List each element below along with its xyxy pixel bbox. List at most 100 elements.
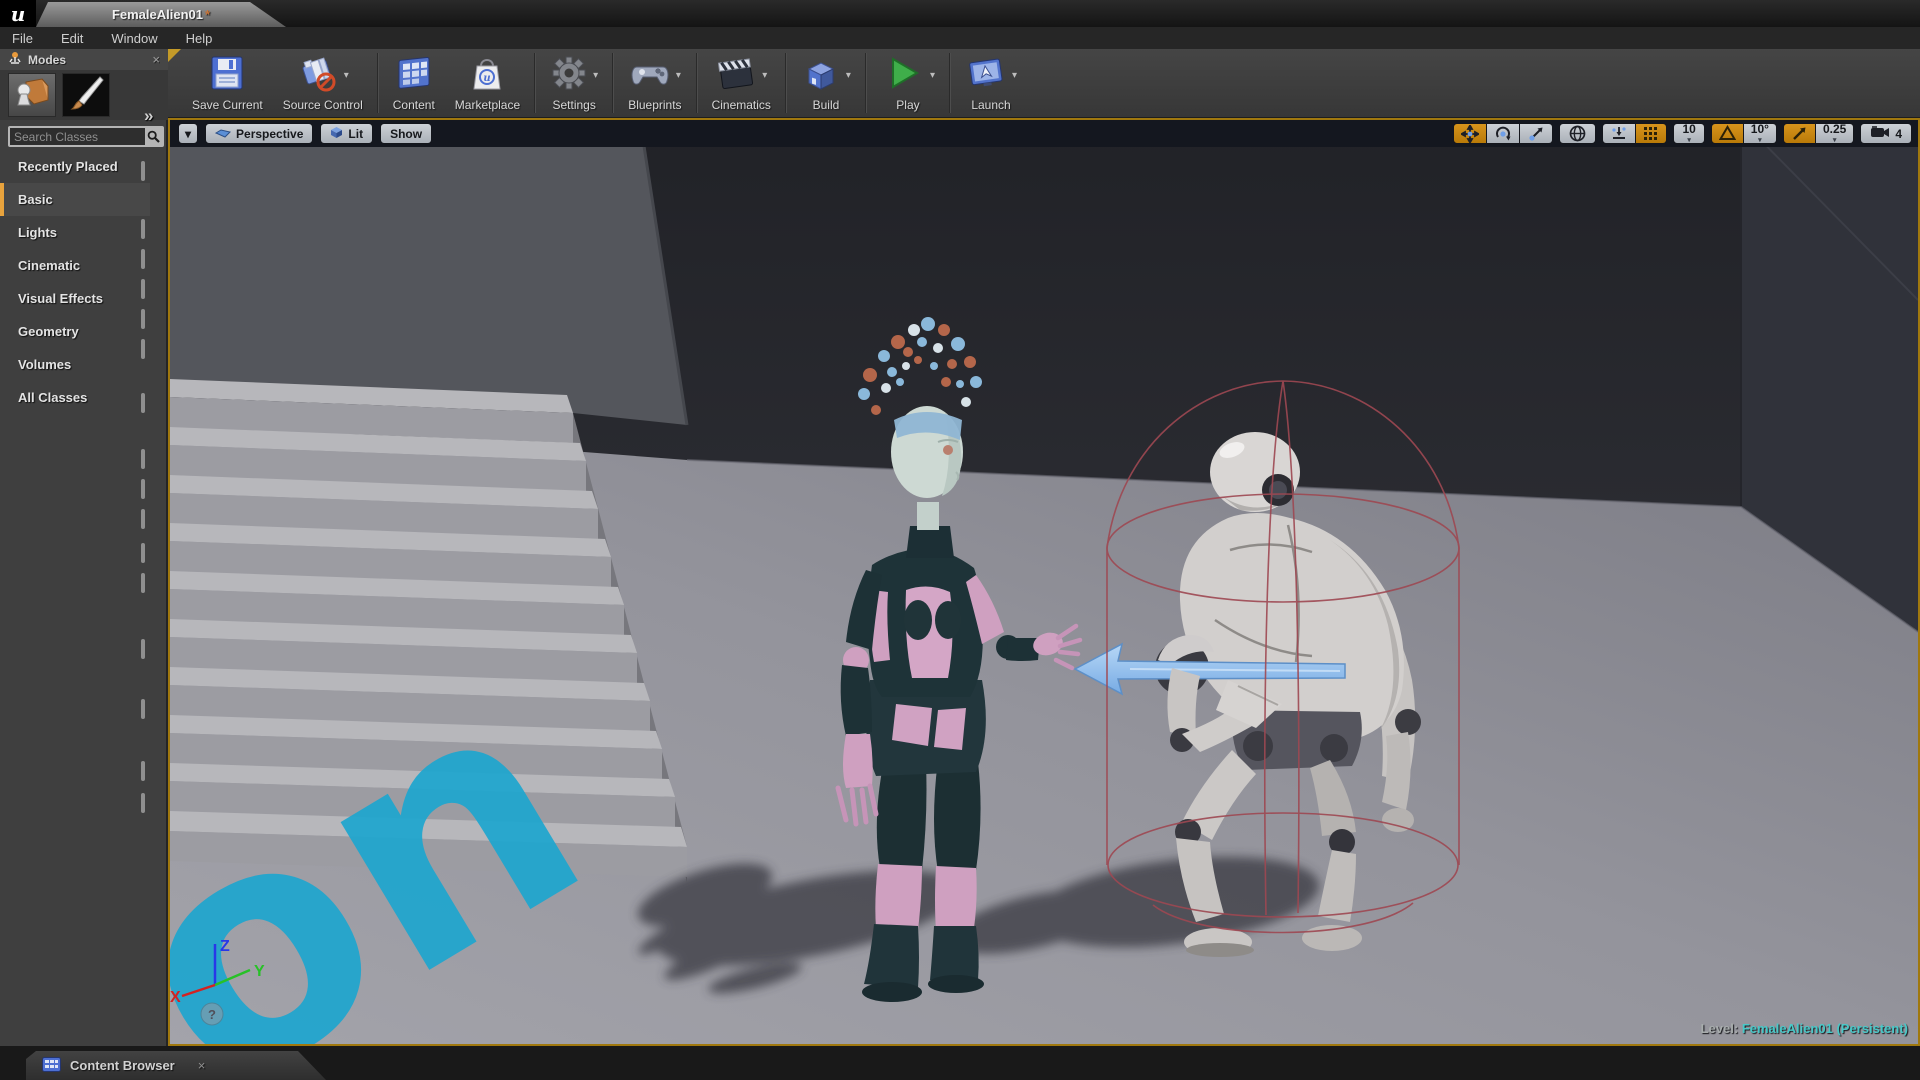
scale-snap-value[interactable]: 0.25 ▾ <box>1815 123 1855 144</box>
category-cinematic[interactable]: Cinematic <box>0 249 150 282</box>
rotation-snap-button[interactable] <box>1710 123 1744 144</box>
source-control-button[interactable]: ▾ Source Control <box>273 49 373 117</box>
view-mode-button[interactable]: Lit <box>320 123 374 144</box>
bottom-dock-bar: Content Browser × <box>0 1046 1920 1080</box>
surface-snap-button[interactable] <box>1602 123 1637 144</box>
building-icon <box>801 53 841 98</box>
marketplace-button[interactable]: u Marketplace <box>445 49 530 117</box>
viewport-3d-scene[interactable]: on Z Y X ? <box>170 120 1918 1044</box>
grid-snap-value[interactable]: 10 ▾ <box>1673 123 1705 144</box>
save-current-button[interactable]: Save Current <box>182 49 273 117</box>
modes-panel-header[interactable]: Modes × <box>0 49 168 70</box>
launch-button[interactable]: ▾ Launch <box>955 49 1027 117</box>
floppy-disk-icon <box>207 53 247 98</box>
scrollbar-mark[interactable] <box>141 699 145 719</box>
unreal-editor-window: u FemaleAlien01 * File Edit Window Help S… <box>0 0 1920 1080</box>
content-button[interactable]: Content <box>383 49 445 117</box>
scrollbar-mark[interactable] <box>141 249 145 269</box>
menu-help[interactable]: Help <box>172 27 227 49</box>
scrollbar-mark[interactable] <box>141 449 145 469</box>
close-icon[interactable]: × <box>198 1058 206 1073</box>
category-visual-effects[interactable]: Visual Effects <box>0 282 150 315</box>
mode-buttons-row: » <box>0 70 168 125</box>
cinematics-button[interactable]: ▾ Cinematics <box>702 49 781 117</box>
viewport-left-toolbar: ▾ Perspective Lit Show <box>178 123 433 144</box>
scrollbar-mark[interactable] <box>141 339 145 359</box>
lit-cube-icon <box>330 126 343 142</box>
content-browser-tab[interactable]: Content Browser × <box>26 1051 326 1080</box>
toolbar-separator <box>864 53 867 113</box>
chevron-down-icon[interactable]: ▾ <box>593 70 598 81</box>
play-button[interactable]: ▾ Play <box>871 49 945 117</box>
gear-icon <box>550 54 588 97</box>
build-button[interactable]: ▾ Build <box>791 49 861 117</box>
grid-snap-button[interactable] <box>1636 123 1668 144</box>
current-level-label: Level: FemaleAlien01 (Persistent) <box>1700 1021 1908 1036</box>
category-basic[interactable]: Basic <box>0 183 150 216</box>
paint-mode-button[interactable] <box>62 73 110 117</box>
category-all-classes[interactable]: All Classes <box>0 381 150 414</box>
scrollbar-mark[interactable] <box>141 543 145 563</box>
level-viewport[interactable]: on Z Y X ? ▾ Perspective Lit Show 10 ▾ 1… <box>168 118 1920 1046</box>
world-local-space-button[interactable] <box>1559 123 1597 144</box>
scrollbar-mark[interactable] <box>141 279 145 299</box>
modes-panel: Modes × » Recently Placed B <box>0 49 168 1050</box>
chevron-down-icon[interactable]: ▾ <box>344 70 349 81</box>
category-lights[interactable]: Lights <box>0 216 150 249</box>
translate-tool-button[interactable] <box>1453 123 1488 144</box>
scrollbar-mark[interactable] <box>141 761 145 781</box>
unreal-logo-icon: u <box>0 0 36 27</box>
content-browser-icon <box>42 1057 61 1075</box>
svg-text:Y: Y <box>254 963 265 980</box>
svg-text:u: u <box>484 73 491 84</box>
menu-file[interactable]: File <box>0 27 47 49</box>
gamepad-icon <box>629 53 671 98</box>
category-geometry[interactable]: Geometry <box>0 315 150 348</box>
main-toolbar: Save Current ▾ Source Control Content u … <box>168 49 1920 118</box>
viewport-options-dropdown[interactable]: ▾ <box>178 123 199 144</box>
scrollbar-mark[interactable] <box>141 509 145 529</box>
rotate-tool-button[interactable] <box>1487 123 1521 144</box>
rotation-snap-value[interactable]: 10° ▾ <box>1743 123 1777 144</box>
scrollbar-mark[interactable] <box>141 393 145 413</box>
level-tab-title: FemaleAlien01 <box>111 7 203 22</box>
camera-mode-button[interactable]: Perspective <box>205 123 314 144</box>
chevron-down-icon[interactable]: ▾ <box>676 70 681 81</box>
chevron-down-icon[interactable]: ▾ <box>846 70 851 81</box>
search-classes-input[interactable] <box>10 128 145 145</box>
scrollbar-mark[interactable] <box>141 161 145 181</box>
more-modes-chevrons-icon[interactable]: » <box>144 106 153 126</box>
scrollbar-mark[interactable] <box>141 639 145 659</box>
place-mode-icon <box>12 74 52 117</box>
place-mode-button[interactable] <box>8 73 56 117</box>
scale-tool-button[interactable] <box>1520 123 1554 144</box>
settings-button[interactable]: ▾ Settings <box>540 49 608 117</box>
chevron-down-icon[interactable]: ▾ <box>1012 70 1017 81</box>
search-icon[interactable] <box>145 128 162 145</box>
scrollbar-mark[interactable] <box>141 479 145 499</box>
scale-snap-button[interactable] <box>1782 123 1816 144</box>
chevron-down-icon[interactable]: ▾ <box>762 70 767 81</box>
category-volumes[interactable]: Volumes <box>0 348 150 381</box>
placement-category-list: Recently Placed Basic Lights Cinematic V… <box>0 150 150 414</box>
show-menu-button[interactable]: Show <box>380 123 433 144</box>
perspective-icon <box>214 127 232 141</box>
svg-text:?: ? <box>208 1007 216 1022</box>
camera-speed-button[interactable]: 4 <box>1860 123 1912 144</box>
chevron-down-icon: ▾ <box>1687 137 1691 144</box>
scrollbar-mark[interactable] <box>141 573 145 593</box>
level-tab[interactable]: FemaleAlien01 * <box>36 2 286 27</box>
category-recently-placed[interactable]: Recently Placed <box>0 150 150 183</box>
scrollbar-mark[interactable] <box>141 309 145 329</box>
blueprints-button[interactable]: ▾ Blueprints <box>618 49 691 117</box>
menu-edit[interactable]: Edit <box>47 27 97 49</box>
viewport-right-toolbar: 10 ▾ 10° ▾ 0.25 ▾ 4 <box>1453 123 1912 144</box>
scrollbar-mark[interactable] <box>141 793 145 813</box>
toolbar-corner-accent <box>168 49 181 62</box>
modes-panel-title: Modes <box>28 52 67 67</box>
close-icon[interactable]: × <box>152 52 160 67</box>
chevron-down-icon[interactable]: ▾ <box>930 70 935 81</box>
unsaved-asterisk: * <box>204 7 211 22</box>
menu-window[interactable]: Window <box>97 27 171 49</box>
scrollbar-mark[interactable] <box>141 219 145 239</box>
